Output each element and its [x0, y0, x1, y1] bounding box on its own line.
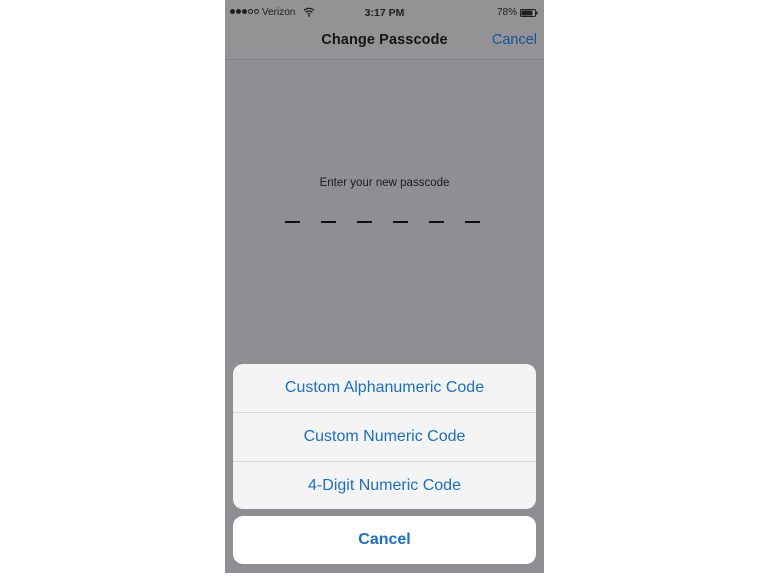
- phone-screen: Verizon 3:17 PM 78% Change Passcode Canc…: [225, 0, 544, 573]
- passcode-prompt: Enter your new passcode: [319, 177, 450, 189]
- custom-alphanumeric-code-option[interactable]: Custom Alphanumeric Code: [233, 364, 536, 413]
- passcode-digit-slots: [285, 221, 480, 223]
- battery-percent: 78%: [496, 7, 517, 18]
- custom-numeric-code-option[interactable]: Custom Numeric Code: [233, 413, 536, 462]
- passcode-digit-slot: [285, 221, 300, 223]
- passcode-digit-slot: [357, 221, 372, 223]
- action-sheet: Custom Alphanumeric Code Custom Numeric …: [233, 364, 536, 509]
- passcode-digit-slot: [429, 221, 444, 223]
- navigation-bar: Verizon 3:17 PM 78% Change Passcode Canc…: [225, 0, 544, 60]
- nav-cancel-button[interactable]: Cancel: [492, 32, 537, 48]
- battery-icon: [520, 9, 538, 17]
- battery-fill: [521, 10, 533, 16]
- four-digit-numeric-code-option[interactable]: 4-Digit Numeric Code: [233, 462, 536, 509]
- passcode-digit-slot: [465, 221, 480, 223]
- passcode-digit-slot: [321, 221, 336, 223]
- status-bar: Verizon 3:17 PM 78%: [225, 0, 544, 24]
- action-sheet-cancel-button[interactable]: Cancel: [233, 516, 536, 564]
- passcode-digit-slot: [393, 221, 408, 223]
